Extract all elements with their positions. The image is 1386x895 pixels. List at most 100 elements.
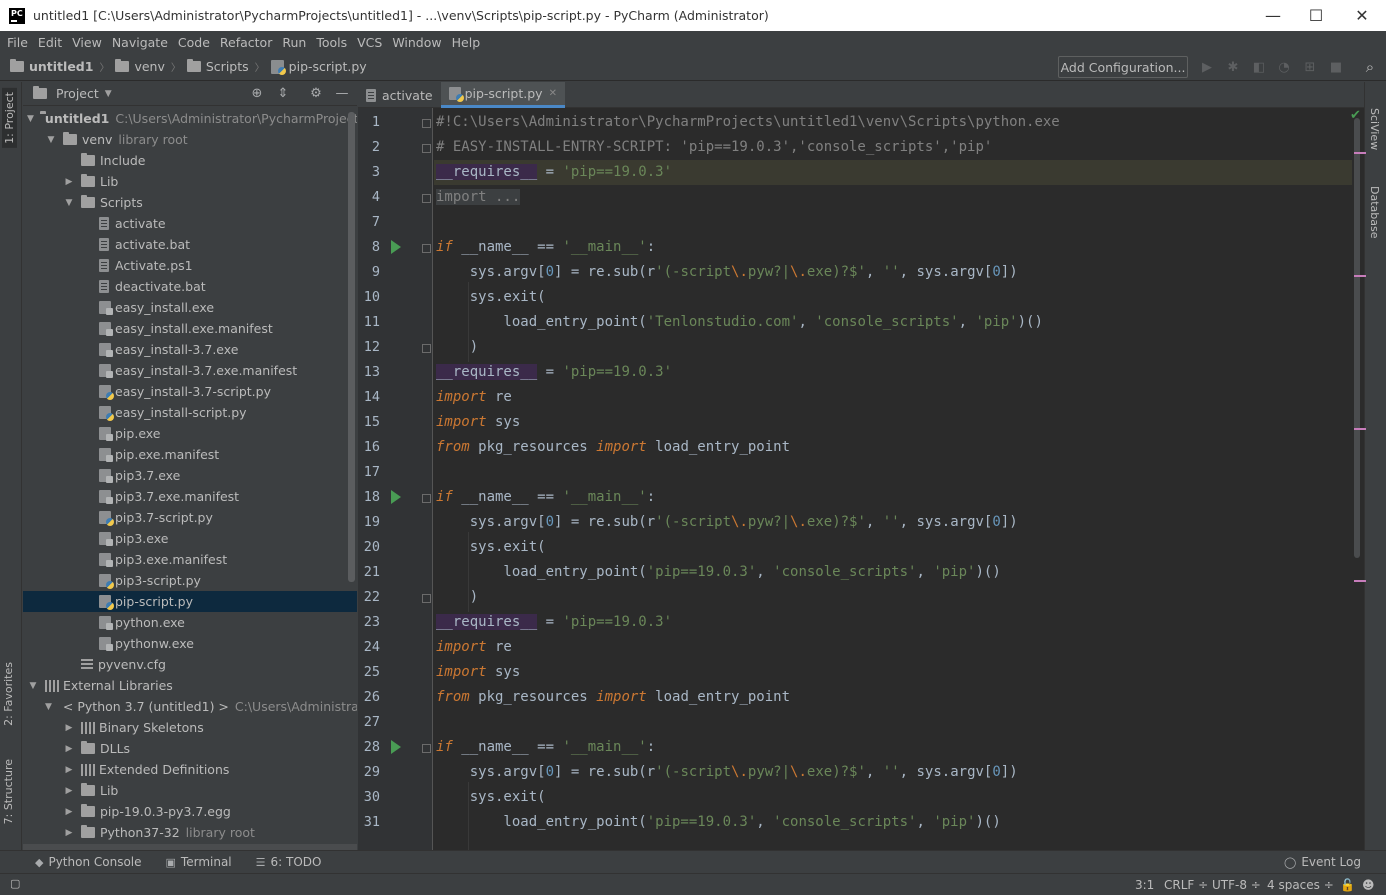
minimize-button[interactable]: — — [1250, 0, 1296, 31]
collapse-all-icon[interactable]: ⇕ — [275, 86, 291, 102]
hide-icon[interactable]: — — [334, 86, 350, 102]
tree-item[interactable]: pip-script.py — [23, 591, 357, 612]
fold-marker-icon[interactable] — [422, 194, 431, 203]
menu-item-edit[interactable]: Edit — [33, 35, 67, 50]
collapse-arrow-icon[interactable]: ▶ — [63, 744, 75, 754]
tree-item[interactable]: pip3.7.exe — [23, 465, 357, 486]
collapse-arrow-icon[interactable]: ▶ — [63, 807, 75, 817]
debug-icon[interactable]: ✱ — [1225, 59, 1241, 75]
code-line[interactable]: load_entry_point('pip==19.0.3', 'console… — [434, 560, 1352, 585]
fold-marker-icon[interactable] — [422, 744, 431, 753]
code-line[interactable]: sys.exit( — [434, 785, 1352, 810]
python-console-button[interactable]: ◆ Python Console — [35, 855, 142, 869]
code-line[interactable]: sys.argv[0] = re.sub(r'(-script\.pyw?|\.… — [434, 510, 1352, 535]
tree-item[interactable]: ▼ < Python 3.7 (untitled1) > C:\Users\Admi… — [23, 696, 357, 717]
code-line[interactable] — [434, 710, 1352, 735]
inspector-icon[interactable]: ☻ — [1362, 878, 1375, 892]
tree-item[interactable]: easy_install-3.7.exe — [23, 339, 357, 360]
breadcrumb-item-venv[interactable]: venv — [134, 59, 164, 74]
code-line[interactable]: load_entry_point('pip==19.0.3', 'console… — [434, 810, 1352, 835]
tree-item[interactable]: ▶ Binary Skeletons — [23, 717, 357, 738]
todo-button[interactable]: ☰ 6: TODO — [256, 855, 322, 869]
tree-item[interactable]: easy_install.exe.manifest — [23, 318, 357, 339]
close-button[interactable]: ✕ — [1339, 0, 1385, 31]
menu-item-help[interactable]: Help — [447, 35, 486, 50]
tree-item[interactable]: ▼ untitled1 C:\Users\Administrator\Pycharm… — [23, 108, 357, 129]
error-stripe-marker[interactable] — [1354, 580, 1366, 582]
tree-item[interactable]: pip3.7.exe.manifest — [23, 486, 357, 507]
code-line[interactable]: import re — [434, 635, 1352, 660]
chevron-down-icon[interactable]: ▼ — [105, 89, 112, 99]
breadcrumb-item-file[interactable]: pip-script.py — [289, 59, 367, 74]
fold-marker-icon[interactable] — [422, 144, 431, 153]
tree-item[interactable]: Activate.ps1 — [23, 255, 357, 276]
breadcrumb-item-project[interactable]: untitled1 — [29, 59, 93, 74]
tree-item[interactable]: easy_install.exe — [23, 297, 357, 318]
add-configuration-button[interactable]: Add Configuration... — [1058, 56, 1188, 78]
tab-structure[interactable]: 7: Structure — [2, 759, 15, 824]
tree-item[interactable]: pythonw.exe — [23, 633, 357, 654]
tree-item[interactable]: pip3.7-script.py — [23, 507, 357, 528]
tree-item[interactable]: ▼ venv library root — [23, 129, 357, 150]
tree-item[interactable]: pyvenv.cfg — [23, 654, 357, 675]
code-line[interactable] — [434, 460, 1352, 485]
tree-item[interactable]: easy_install-3.7-script.py — [23, 381, 357, 402]
tree-item[interactable]: pip.exe — [23, 423, 357, 444]
collapse-arrow-icon[interactable]: ▶ — [63, 723, 75, 733]
collapse-arrow-icon[interactable]: ▶ — [63, 786, 75, 796]
code-line[interactable]: #!C:\Users\Administrator\PycharmProjects… — [434, 110, 1352, 135]
code-line[interactable]: sys.exit( — [434, 285, 1352, 310]
tree-item[interactable]: ▶ Extended Definitions — [23, 759, 357, 780]
code-line[interactable]: from pkg_resources import load_entry_poi… — [434, 435, 1352, 460]
tree-item[interactable]: pip3-script.py — [23, 570, 357, 591]
code-line[interactable]: ) — [434, 335, 1352, 360]
collapse-arrow-icon[interactable]: ▶ — [63, 765, 75, 775]
breadcrumb-item-scripts[interactable]: Scripts — [206, 59, 249, 74]
expand-arrow-icon[interactable]: ▼ — [45, 702, 52, 712]
menu-item-vcs[interactable]: VCS — [352, 35, 387, 50]
collapse-arrow-icon[interactable]: ▶ — [63, 828, 75, 838]
tree-item[interactable]: python.exe — [23, 612, 357, 633]
menu-item-navigate[interactable]: Navigate — [107, 35, 173, 50]
tree-item[interactable]: ▶ Lib — [23, 780, 357, 801]
fold-marker-icon[interactable] — [422, 344, 431, 353]
project-view-selector[interactable]: Project — [56, 86, 99, 101]
menu-item-file[interactable]: File — [2, 35, 33, 50]
collapse-arrow-icon[interactable]: ▶ — [63, 177, 75, 187]
run-gutter-icon[interactable] — [391, 740, 401, 754]
tree-item[interactable]: pip.exe.manifest — [23, 444, 357, 465]
tree-item[interactable]: ▶ Python37-32 library root — [23, 822, 357, 843]
code-line[interactable]: import re — [434, 385, 1352, 410]
tree-item[interactable]: ▼ Scripts — [23, 192, 357, 213]
fold-marker-icon[interactable] — [422, 594, 431, 603]
line-separator[interactable]: CRLF ÷ — [1164, 878, 1208, 892]
run-gutter-icon[interactable] — [391, 240, 401, 254]
code-line[interactable]: import sys — [434, 410, 1352, 435]
code-line[interactable]: # EASY-INSTALL-ENTRY-SCRIPT: 'pip==19.0.… — [434, 135, 1352, 160]
gear-icon[interactable]: ⚙ — [308, 86, 324, 102]
project-scrollbar[interactable] — [348, 112, 355, 582]
code-line[interactable]: ) — [434, 585, 1352, 610]
stop-icon[interactable]: ■ — [1328, 59, 1344, 75]
code-line[interactable]: sys.argv[0] = re.sub(r'(-script\.pyw?|\.… — [434, 260, 1352, 285]
error-stripe-marker[interactable] — [1354, 275, 1366, 277]
tree-item[interactable]: Include — [23, 150, 357, 171]
tree-item[interactable]: easy_install-script.py — [23, 402, 357, 423]
code-line[interactable]: if __name__ == '__main__': — [434, 735, 1352, 760]
code-line[interactable]: sys.exit( — [434, 535, 1352, 560]
expand-arrow-icon[interactable]: ▼ — [27, 114, 34, 124]
error-stripe-marker[interactable] — [1354, 428, 1366, 430]
tree-item[interactable]: easy_install-3.7.exe.manifest — [23, 360, 357, 381]
code-line[interactable] — [434, 210, 1352, 235]
expand-arrow-icon[interactable]: ▼ — [45, 135, 57, 145]
code-line[interactable]: import sys — [434, 660, 1352, 685]
editor-scrollbar[interactable] — [1352, 108, 1362, 850]
tree-item[interactable]: ▶ pip-19.0.3-py3.7.egg — [23, 801, 357, 822]
tab-favorites[interactable]: 2: Favorites — [2, 662, 15, 726]
code-line[interactable]: from pkg_resources import load_entry_poi… — [434, 685, 1352, 710]
tab-database[interactable]: Database — [1368, 186, 1381, 239]
run-gutter-icon[interactable] — [391, 490, 401, 504]
fold-marker-icon[interactable] — [422, 244, 431, 253]
tree-item[interactable]: ▶ DLLs — [23, 738, 357, 759]
tree-item[interactable]: activate.bat — [23, 234, 357, 255]
